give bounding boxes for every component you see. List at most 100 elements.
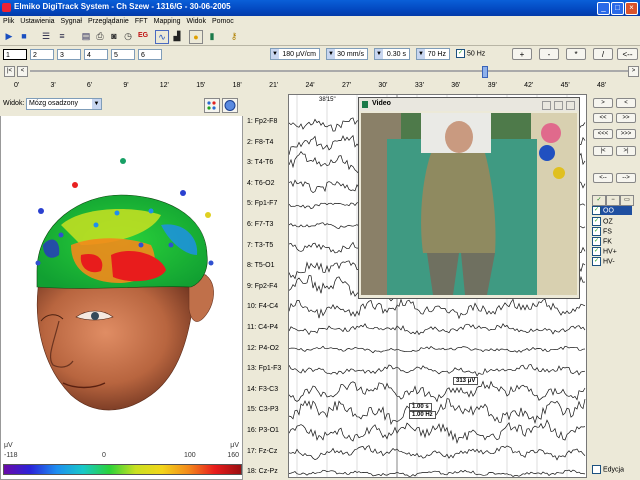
clock-icon[interactable]: ◷: [122, 30, 134, 42]
channel-label[interactable]: 10: F4-C4: [247, 303, 278, 310]
nav-page-forward-button[interactable]: >>: [616, 113, 636, 123]
event-checkbox-oz[interactable]: ✓: [592, 217, 601, 226]
amp-minus-button[interactable]: -: [539, 48, 559, 60]
print-preview-icon[interactable]: ▤: [80, 30, 92, 42]
list-alt-icon[interactable]: ≡: [56, 30, 68, 42]
map-icon[interactable]: ●: [189, 30, 203, 44]
video-close-button[interactable]: [566, 101, 575, 110]
key-icon[interactable]: ⚷: [228, 30, 240, 42]
notch-filter[interactable]: ✓ 50 Hz: [456, 49, 485, 58]
list-icon[interactable]: ☰: [40, 30, 52, 42]
event-item-hv-minus[interactable]: ✓ HV-: [592, 257, 615, 266]
channel-label[interactable]: 15: C3-P3: [247, 406, 279, 413]
video-window[interactable]: Video: [358, 97, 580, 299]
event-checkbox-oo[interactable]: ✓: [592, 206, 601, 215]
sensitivity-select[interactable]: ▼ 180 μV/cm: [270, 48, 320, 60]
spectrum-icon[interactable]: ▟: [171, 30, 183, 42]
notch-checkbox[interactable]: ✓: [456, 49, 465, 58]
channel-label[interactable]: 12: P4-O2: [247, 345, 279, 352]
nav-left-button[interactable]: <--: [593, 173, 613, 183]
edit-toggle[interactable]: ✓Edycja: [592, 465, 624, 474]
channel-label[interactable]: 7: T3-T5: [247, 242, 273, 249]
menu-plik[interactable]: Plik: [0, 16, 17, 27]
event-item-fs[interactable]: ✓ FS: [592, 227, 612, 236]
minimize-button[interactable]: _: [597, 2, 610, 15]
amp-back-button[interactable]: <--: [617, 48, 638, 60]
ruler-next-button[interactable]: >: [628, 66, 639, 77]
event-item-fk[interactable]: ✓ FK: [592, 237, 612, 246]
low-filter-select[interactable]: ▼ 0.30 s: [374, 48, 410, 60]
maximize-button[interactable]: □: [611, 2, 624, 15]
nav-fast-back-button[interactable]: <<<: [593, 129, 613, 139]
page-tab-5[interactable]: 5: [111, 49, 135, 60]
video-minimize-button[interactable]: [542, 101, 551, 110]
check-icon[interactable]: ✓: [592, 195, 606, 206]
channel-label[interactable]: 18: Cz-Pz: [247, 468, 278, 475]
event-checkbox-hv-plus[interactable]: ✓: [592, 247, 601, 256]
event-checkbox-fk[interactable]: ✓: [592, 237, 601, 246]
event-item-oz[interactable]: ✓ OZ: [592, 217, 613, 226]
channel-label[interactable]: 17: Fz-Cz: [247, 448, 277, 455]
menu-ustawienia[interactable]: Ustawienia: [17, 16, 57, 27]
rect-icon[interactable]: ▭: [620, 195, 634, 206]
minus-icon[interactable]: −: [606, 195, 620, 206]
video-maximize-button[interactable]: [554, 101, 563, 110]
timeline-ruler[interactable]: |< < >: [0, 64, 640, 80]
timeline-slider-thumb[interactable]: [482, 66, 488, 78]
channel-label[interactable]: 3: T4-T6: [247, 159, 273, 166]
channel-label[interactable]: 13: Fp1-F3: [247, 365, 281, 372]
amp-multiply-button[interactable]: *: [566, 48, 586, 60]
event-checkbox-hv-minus[interactable]: ✓: [592, 257, 601, 266]
page-tab-1[interactable]: 1: [3, 49, 27, 60]
event-item-oo[interactable]: ✓ OO: [592, 206, 632, 215]
page-tab-6[interactable]: 6: [138, 49, 162, 60]
channel-label[interactable]: 11: C4-P4: [247, 324, 278, 331]
montage-icon[interactable]: ∿: [155, 30, 169, 44]
page-tab-3[interactable]: 3: [57, 49, 81, 60]
amp-divide-button[interactable]: /: [593, 48, 613, 60]
view-select[interactable]: Mózg osadzony ▼: [26, 98, 102, 110]
nav-next-button[interactable]: >: [593, 98, 613, 108]
stop-icon[interactable]: ■: [18, 30, 30, 42]
channel-label[interactable]: 8: T5-O1: [247, 262, 275, 269]
channel-label[interactable]: 5: Fp1-F7: [247, 200, 277, 207]
menu-fft[interactable]: FFT: [132, 16, 151, 27]
menu-przegladanie[interactable]: Przeglądanie: [85, 16, 132, 27]
nav-end-button[interactable]: >|: [616, 146, 636, 156]
nav-right-button[interactable]: -->: [616, 173, 636, 183]
page-tab-2[interactable]: 2: [30, 49, 54, 60]
channel-label[interactable]: 4: T6-O2: [247, 180, 275, 187]
channel-label[interactable]: 2: F8-T4: [247, 139, 273, 146]
play-icon[interactable]: ▶: [3, 30, 15, 42]
channel-label[interactable]: 9: Fp2-F4: [247, 283, 277, 290]
timeline-tick: 18': [232, 82, 242, 89]
eg-icon[interactable]: EG: [137, 30, 149, 42]
print-icon[interactable]: ⎙: [94, 30, 106, 42]
edit-checkbox[interactable]: ✓: [592, 465, 601, 474]
page-tab-4[interactable]: 4: [84, 49, 108, 60]
event-item-hv-plus[interactable]: ✓ HV+: [592, 247, 617, 256]
menu-widok[interactable]: Widok: [184, 16, 209, 27]
speed-select[interactable]: ▼ 30 mm/s: [326, 48, 368, 60]
channel-label[interactable]: 14: F3-C3: [247, 386, 278, 393]
channel-label[interactable]: 1: Fp2-F8: [247, 118, 277, 125]
channel-label[interactable]: 6: F7-T3: [247, 221, 273, 228]
nav-prev-button[interactable]: <: [616, 98, 636, 108]
menu-mapping[interactable]: Mapping: [151, 16, 184, 27]
high-filter-select[interactable]: ▼ 70 Hz: [416, 48, 450, 60]
ruler-start-button[interactable]: |<: [4, 66, 15, 77]
amp-plus-button[interactable]: +: [512, 48, 532, 60]
ruler-prev-button[interactable]: <: [17, 66, 28, 77]
nav-page-back-button[interactable]: <<: [593, 113, 613, 123]
event-checkbox-fs[interactable]: ✓: [592, 227, 601, 236]
channel-label[interactable]: 16: P3-O1: [247, 427, 279, 434]
video-icon[interactable]: ▮: [206, 30, 218, 42]
camera-icon[interactable]: ◙: [108, 30, 120, 42]
close-button[interactable]: ×: [625, 2, 638, 15]
nav-fast-forward-button[interactable]: >>>: [616, 129, 636, 139]
nav-start-button[interactable]: |<: [593, 146, 613, 156]
menu-sygnal[interactable]: Sygnał: [58, 16, 85, 27]
menu-pomoc[interactable]: Pomoc: [209, 16, 237, 27]
electrodes-toggle-icon[interactable]: [204, 98, 220, 113]
refresh-map-icon[interactable]: [222, 98, 238, 113]
